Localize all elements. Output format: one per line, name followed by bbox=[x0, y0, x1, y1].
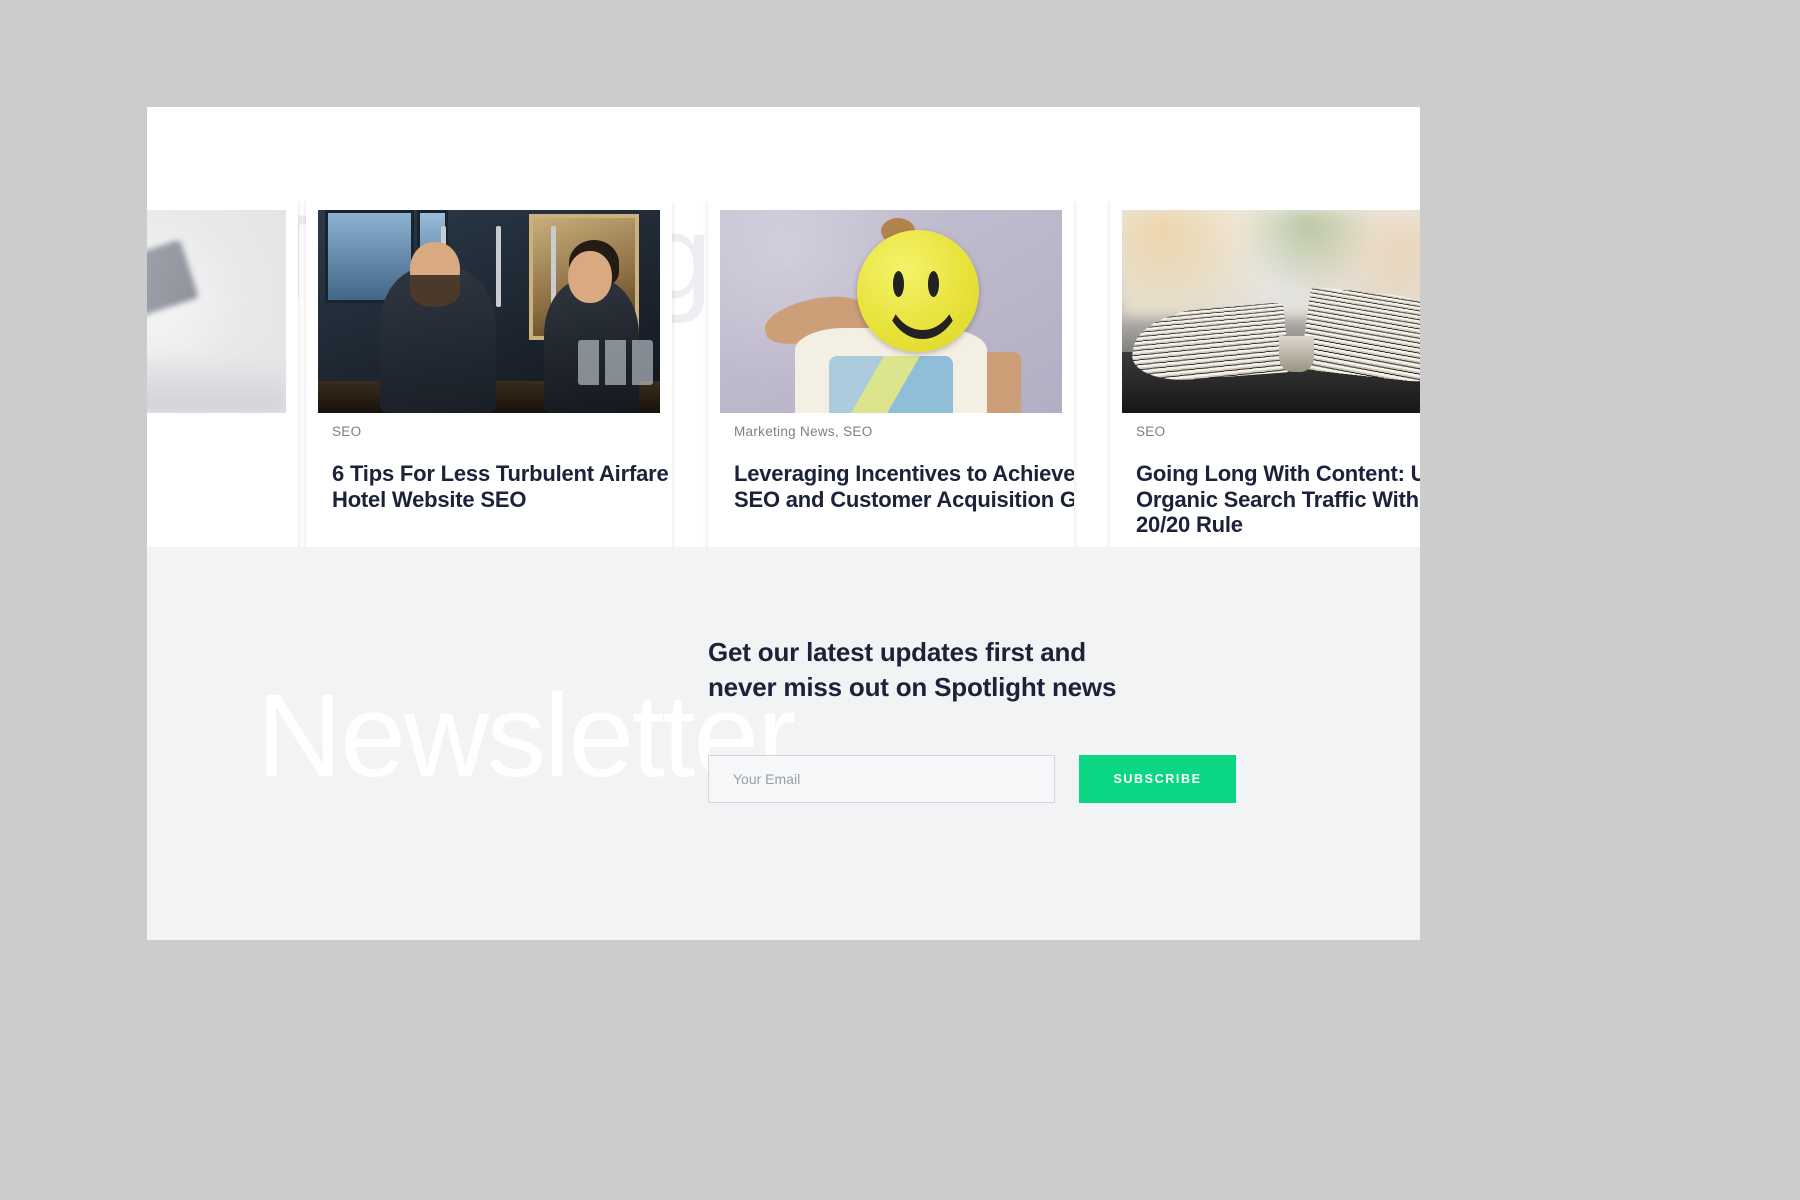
card-title-line: Leveraging Incentives to Achieve bbox=[734, 461, 1074, 486]
card-title[interactable]: Leveraging Incentives to Achieve SEO and… bbox=[734, 461, 1074, 512]
trending-card[interactable]: ries Know About ght Features bbox=[147, 200, 298, 547]
card-title-line: Going Long With Content: Unlock bbox=[1136, 461, 1420, 486]
card-category[interactable]: ries bbox=[147, 424, 278, 439]
newsletter-headline-line: never miss out on Spotlight news bbox=[708, 671, 1117, 702]
person-with-smiley-face-photo bbox=[720, 210, 1062, 413]
newsletter-headline-line: Get our latest updates first and bbox=[708, 637, 1086, 667]
trending-card-carousel[interactable]: ries Know About ght Features bbox=[147, 200, 1420, 547]
trending-card[interactable]: Marketing News, SEO Leveraging Incentive… bbox=[708, 200, 1074, 547]
card-title[interactable]: 6 Tips For Less Turbulent Airfare & Hote… bbox=[332, 461, 672, 512]
open-book-photo bbox=[1122, 210, 1420, 413]
card-body: ries Know About ght Features bbox=[147, 424, 278, 512]
newsletter-headline: Get our latest updates first and never m… bbox=[708, 635, 1128, 704]
card-title[interactable]: Going Long With Content: Unlock Organic … bbox=[1136, 461, 1420, 538]
card-thumbnail bbox=[720, 210, 1062, 413]
trending-card[interactable]: SEO 6 Tips For Less Turbulent Airfare & … bbox=[306, 200, 672, 547]
card-body: Marketing News, SEO Leveraging Incentive… bbox=[734, 424, 1074, 512]
card-body: SEO Going Long With Content: Unlock Orga… bbox=[1136, 424, 1420, 538]
trending-card[interactable]: SEO Going Long With Content: Unlock Orga… bbox=[1110, 200, 1420, 547]
card-title-line: 20/20 Rule bbox=[1136, 512, 1243, 538]
card-body: SEO 6 Tips For Less Turbulent Airfare & … bbox=[332, 424, 672, 512]
newsletter-form[interactable]: SUBSCRIBE bbox=[708, 755, 1236, 803]
card-title-line: 6 Tips For Less Turbulent Airfare & bbox=[332, 461, 672, 486]
subscribe-button[interactable]: SUBSCRIBE bbox=[1079, 755, 1236, 803]
card-category[interactable]: SEO bbox=[1136, 424, 1420, 439]
card-title-line: Hotel Website SEO bbox=[332, 486, 527, 512]
trending-section: Trending ries Know About ght Features bbox=[147, 107, 1420, 547]
smiley-face-icon bbox=[856, 230, 979, 353]
email-input[interactable] bbox=[708, 755, 1055, 803]
card-title-line: ght Features bbox=[147, 487, 278, 513]
page-viewport: Trending ries Know About ght Features bbox=[147, 107, 1420, 940]
bartenders-at-bar-photo bbox=[318, 210, 660, 413]
blurred-grey-object-photo bbox=[147, 210, 286, 413]
card-title-line: SEO and Customer Acquisition Goals bbox=[734, 486, 1074, 512]
card-thumbnail bbox=[318, 210, 660, 413]
card-thumbnail bbox=[1122, 210, 1420, 413]
newsletter-section: Newsletter Get our latest updates first … bbox=[147, 547, 1420, 940]
card-category[interactable]: Marketing News, SEO bbox=[734, 424, 1054, 439]
card-category[interactable]: SEO bbox=[332, 424, 652, 439]
card-title-line: Organic Search Traffic With the bbox=[1136, 486, 1420, 512]
card-title[interactable]: Know About ght Features bbox=[147, 461, 278, 512]
card-title-line: Know About bbox=[147, 461, 278, 487]
card-thumbnail bbox=[147, 210, 286, 413]
